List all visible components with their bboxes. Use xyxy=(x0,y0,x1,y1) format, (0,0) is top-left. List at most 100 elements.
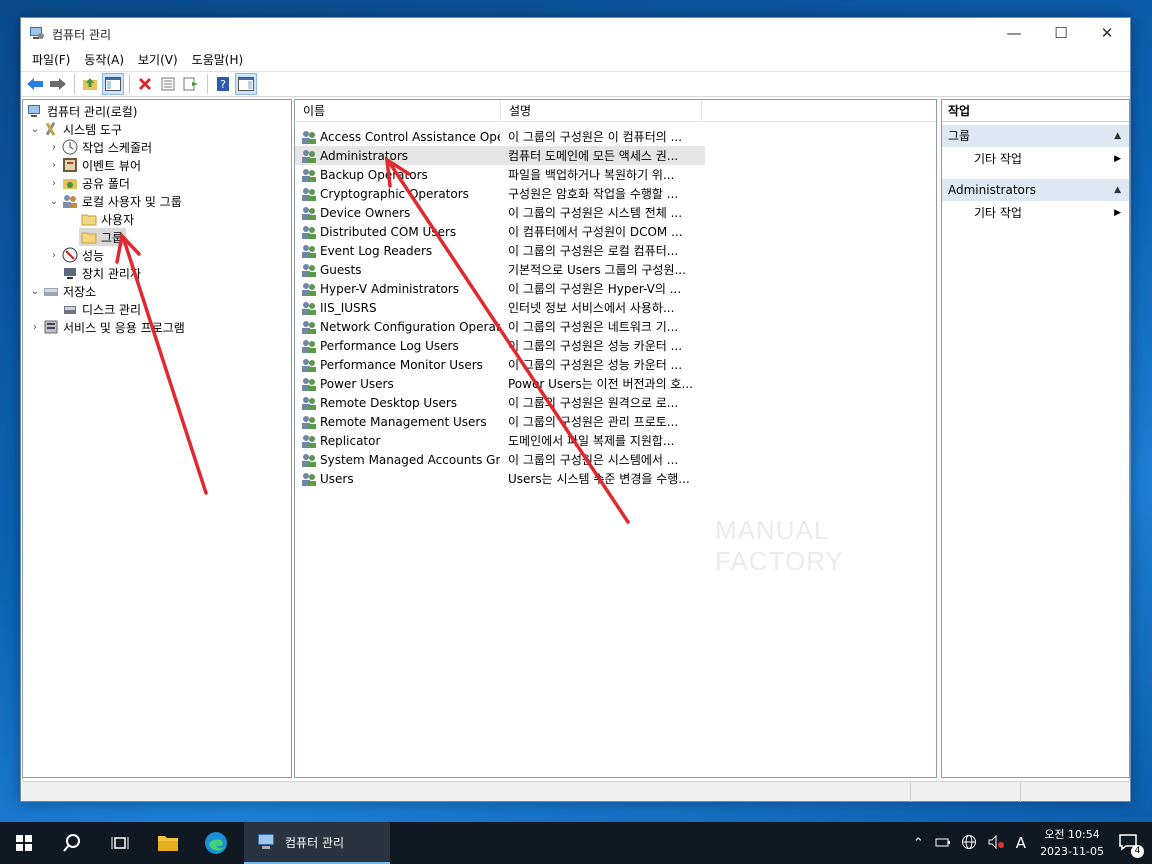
up-level-button[interactable] xyxy=(79,73,101,95)
table-row[interactable]: IIS_IUSRS 인터넷 정보 서비스에서 사용하... xyxy=(295,298,705,317)
forward-button[interactable] xyxy=(47,73,69,95)
tree-item-services-apps[interactable]: › 서비스 및 응용 프로그램 xyxy=(29,318,185,336)
tree-item-shared-folders[interactable]: › 공유 폴더 xyxy=(48,174,130,192)
back-arrow-icon xyxy=(27,78,43,90)
back-button[interactable] xyxy=(24,73,46,95)
status-cell xyxy=(910,782,1020,802)
chevron-down-icon[interactable]: ⌄ xyxy=(48,196,60,207)
table-row[interactable]: Network Configuration Operators 이 그룹의 구성원… xyxy=(295,317,705,336)
table-row[interactable]: Users Users는 시스템 수준 변경을 수행... xyxy=(295,469,705,488)
collapse-up-icon[interactable]: ▲ xyxy=(1114,125,1121,147)
group-icon xyxy=(302,149,316,163)
search-button[interactable] xyxy=(48,822,96,864)
table-row[interactable]: Performance Monitor Users 이 그룹의 구성원은 성능 카… xyxy=(295,355,705,374)
group-icon xyxy=(302,415,316,429)
tree-item-event-viewer[interactable]: › 이벤트 뷰어 xyxy=(48,156,141,174)
column-header-name[interactable]: 이름 xyxy=(295,100,501,122)
actions-title: 작업 xyxy=(942,100,1129,122)
chevron-right-icon[interactable]: › xyxy=(48,250,60,261)
group-name: System Managed Accounts Gro... xyxy=(320,452,500,467)
file-explorer-button[interactable] xyxy=(144,822,192,864)
group-name: Performance Log Users xyxy=(320,338,459,353)
properties-icon xyxy=(161,77,175,91)
table-row[interactable]: Performance Log Users 이 그룹의 구성원은 성능 카운터 .… xyxy=(295,336,705,355)
menu-action[interactable]: 동작(A) xyxy=(77,51,131,68)
tree-item-performance[interactable]: › 성능 xyxy=(48,246,104,264)
tree-item-task-scheduler[interactable]: › 작업 스케줄러 xyxy=(48,138,152,156)
table-row[interactable]: Backup Operators 파일을 백업하거나 복원하기 위... xyxy=(295,165,705,184)
tree-item-disk-management[interactable]: 디스크 관리 xyxy=(60,300,141,318)
table-row[interactable]: Cryptographic Operators 구성원은 암호화 작업을 수행할 … xyxy=(295,184,705,203)
menu-view[interactable]: 보기(V) xyxy=(131,51,185,68)
table-row[interactable]: System Managed Accounts Gro... 이 그룹의 구성원은… xyxy=(295,450,705,469)
console-tree-icon xyxy=(105,77,121,91)
minimize-button[interactable]: — xyxy=(991,18,1037,48)
start-button[interactable] xyxy=(0,822,48,864)
ime-indicator[interactable]: A xyxy=(1016,834,1026,852)
table-row[interactable]: Hyper-V Administrators 이 그룹의 구성원은 Hyper-V… xyxy=(295,279,705,298)
task-view-button[interactable] xyxy=(96,822,144,864)
watermark: MANUAL FACTORY xyxy=(715,515,844,576)
group-name-cell: Remote Desktop Users xyxy=(295,395,500,411)
folder-icon xyxy=(81,229,97,245)
table-row[interactable]: Device Owners 이 그룹의 구성원은 시스템 전체 ... xyxy=(295,203,705,222)
tree-item-local-users-groups[interactable]: ⌄ 로컬 사용자 및 그룹 xyxy=(48,192,182,210)
table-row[interactable]: Remote Desktop Users 이 그룹의 구성원은 원격으로 로... xyxy=(295,393,705,412)
collapse-up-icon[interactable]: ▲ xyxy=(1114,179,1121,201)
tree-label: 공유 폴더 xyxy=(82,176,130,191)
group-name-cell: IIS_IUSRS xyxy=(295,300,500,316)
table-row[interactable]: Replicator 도메인에서 파일 복제를 지원합... xyxy=(295,431,705,450)
export-list-button[interactable] xyxy=(180,73,202,95)
help-button[interactable]: ? xyxy=(212,73,234,95)
group-description: 이 그룹의 구성원은 시스템에서 ... xyxy=(508,453,679,467)
system-tray: ⌃ A 오전 10:54 2023-11-05 4 xyxy=(907,822,1152,864)
chevron-right-icon[interactable]: › xyxy=(48,160,60,171)
tree-item-system-tools[interactable]: ⌄ 시스템 도구 xyxy=(29,120,122,138)
group-icon xyxy=(302,358,316,372)
group-name-cell: Performance Log Users xyxy=(295,338,500,354)
globe-icon[interactable] xyxy=(961,834,977,853)
table-row[interactable]: Guests 기본적으로 Users 그룹의 구성원... xyxy=(295,260,705,279)
edge-button[interactable] xyxy=(192,822,240,864)
chevron-up-icon[interactable]: ⌃ xyxy=(913,836,924,851)
tree-item-device-manager[interactable]: 장치 관리자 xyxy=(60,264,141,282)
notification-icon[interactable]: 4 xyxy=(1118,833,1144,858)
properties-button[interactable] xyxy=(157,73,179,95)
clock[interactable]: 오전 10:54 2023-11-05 xyxy=(1040,826,1104,860)
tree-item-storage[interactable]: ⌄ 저장소 xyxy=(29,282,96,300)
chevron-down-icon[interactable]: ⌄ xyxy=(29,124,41,135)
table-row[interactable]: Power Users Power Users는 이전 버전과의 호... xyxy=(295,374,705,393)
group-name-cell: System Managed Accounts Gro... xyxy=(295,452,500,468)
chevron-right-icon[interactable]: › xyxy=(48,178,60,189)
group-description: 이 그룹의 구성원은 이 컴퓨터의 ... xyxy=(508,130,683,144)
table-row[interactable]: Access Control Assistance Oper... 이 그룹의 구… xyxy=(295,127,705,146)
menu-help[interactable]: 도움말(H) xyxy=(185,51,251,68)
chevron-down-icon[interactable]: ⌄ xyxy=(29,286,41,297)
taskbar-app-computer-management[interactable]: 컴퓨터 관리 xyxy=(244,822,390,864)
delete-button[interactable] xyxy=(134,73,156,95)
section-label: 그룹 xyxy=(948,129,971,143)
table-row[interactable]: Event Log Readers 이 그룹의 구성원은 로컬 컴퓨터... xyxy=(295,241,705,260)
close-button[interactable]: ✕ xyxy=(1084,18,1130,48)
actions-section-groups[interactable]: 그룹 ▲ xyxy=(942,125,1129,147)
tree-item-users[interactable]: 사용자 xyxy=(79,210,134,228)
actions-section-administrators[interactable]: Administrators ▲ xyxy=(942,179,1129,201)
table-row[interactable]: Remote Management Users 이 그룹의 구성원은 관리 프로토… xyxy=(295,412,705,431)
tree-item-groups[interactable]: 그룹 xyxy=(79,228,127,246)
show-hide-tree-button[interactable] xyxy=(102,73,124,95)
tools-icon xyxy=(43,121,59,137)
menu-file[interactable]: 파일(F) xyxy=(25,51,77,68)
tree-item-root[interactable]: 컴퓨터 관리(로컬) xyxy=(25,102,137,120)
power-icon[interactable] xyxy=(935,836,951,851)
more-actions-administrators[interactable]: 기타 작업 ▶ xyxy=(942,202,1129,224)
chevron-right-icon[interactable]: › xyxy=(48,142,60,153)
table-row[interactable]: Distributed COM Users 이 컴퓨터에서 구성원이 DCOM .… xyxy=(295,222,705,241)
column-header-description[interactable]: 설명 xyxy=(501,100,702,122)
table-row[interactable]: Administrators 컴퓨터 도메인에 모든 액세스 권... xyxy=(295,146,705,165)
show-action-pane-button[interactable] xyxy=(235,73,257,95)
volume-muted-icon[interactable] xyxy=(987,834,1005,853)
maximize-button[interactable]: ☐ xyxy=(1038,18,1084,48)
group-description: 이 그룹의 구성원은 관리 프로토... xyxy=(508,415,679,429)
more-actions-groups[interactable]: 기타 작업 ▶ xyxy=(942,148,1129,170)
chevron-right-icon[interactable]: › xyxy=(29,322,41,333)
